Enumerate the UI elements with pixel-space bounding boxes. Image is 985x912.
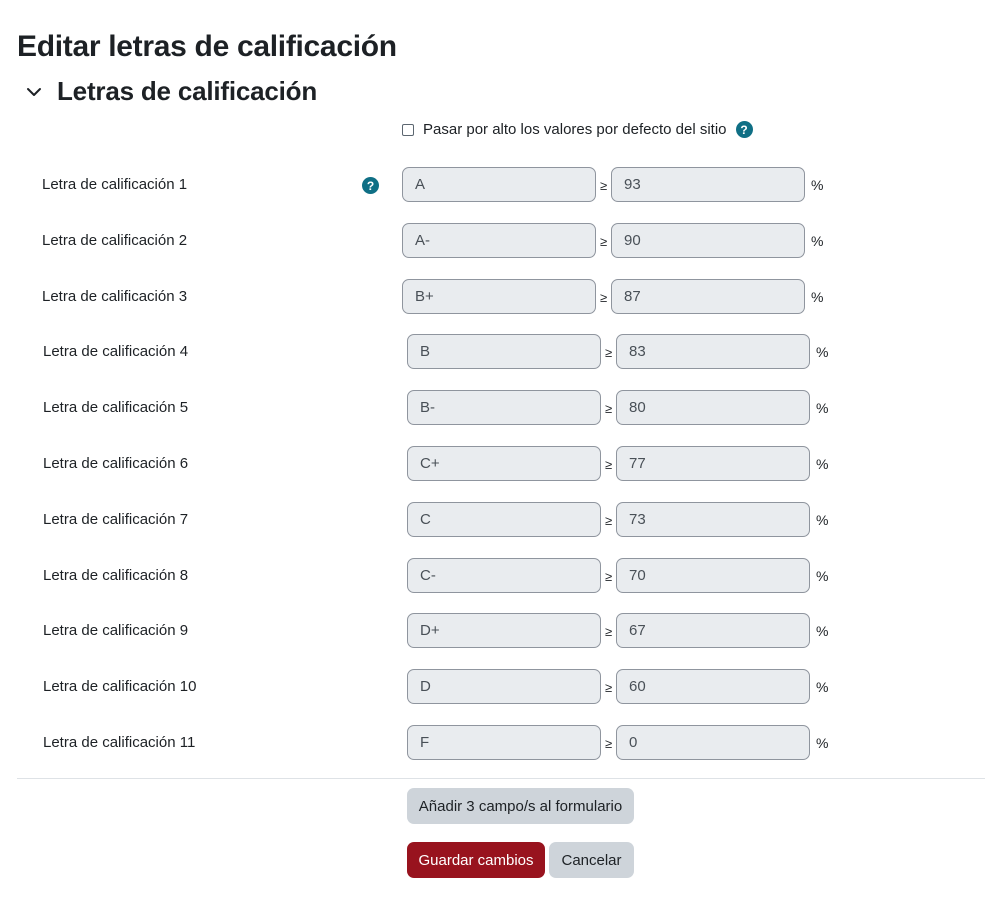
grade-boundary-input[interactable]: 67 [616,613,810,648]
greater-equal-symbol: ≥ [600,234,608,249]
grade-letter-input[interactable]: B+ [402,279,596,314]
grade-letter-label: Letra de calificación 10 [43,678,197,695]
grade-boundary-input[interactable]: 0 [616,725,810,760]
grade-letter-label: Letra de calificación 4 [43,343,189,360]
grade-letter-label: Letra de calificación 1 [42,176,188,193]
grade-boundary-input[interactable]: 90 [611,223,805,258]
greater-equal-symbol: ≥ [605,680,613,695]
override-label[interactable]: Pasar por alto los valores por defecto d… [423,121,727,138]
page-title: Editar letras de calificación [17,30,397,63]
percent-symbol: % [816,735,829,751]
divider [17,778,985,779]
chevron-down-icon[interactable] [25,83,43,101]
grade-letter-input[interactable]: A [402,167,596,202]
percent-symbol: % [816,512,829,528]
percent-symbol: % [816,400,829,416]
percent-symbol: % [811,289,824,305]
save-changes-button[interactable]: Guardar cambios [407,842,545,878]
greater-equal-symbol: ≥ [605,345,613,360]
grade-boundary-input[interactable]: 80 [616,390,810,425]
grade-boundary-input[interactable]: 73 [616,502,810,537]
cancel-button[interactable]: Cancelar [549,842,634,878]
grade-boundary-input[interactable]: 83 [616,334,810,369]
greater-equal-symbol: ≥ [605,736,613,751]
grade-boundary-input[interactable]: 87 [611,279,805,314]
grade-letter-input[interactable]: B [407,334,601,369]
grade-letter-label: Letra de calificación 7 [43,511,189,528]
grade-letter-label: Letra de calificación 6 [43,455,189,472]
grade-boundary-input[interactable]: 60 [616,669,810,704]
percent-symbol: % [816,456,829,472]
grade-letter-input[interactable]: B- [407,390,601,425]
grade-letter-input[interactable]: D+ [407,613,601,648]
section-title: Letras de calificación [57,76,318,106]
greater-equal-symbol: ≥ [605,624,613,639]
grade-boundary-input[interactable]: 70 [616,558,810,593]
greater-equal-symbol: ≥ [605,569,613,584]
greater-equal-symbol: ≥ [605,401,613,416]
grade-letter-label: Letra de calificación 11 [43,734,196,751]
percent-symbol: % [816,679,829,695]
grade-letter-input[interactable]: C [407,502,601,537]
grade-letter-input[interactable]: C- [407,558,601,593]
percent-symbol: % [811,177,824,193]
grade-letter-label: Letra de calificación 3 [42,288,188,305]
percent-symbol: % [816,344,829,360]
greater-equal-symbol: ≥ [600,178,608,193]
grade-letter-label: Letra de calificación 9 [43,622,189,639]
question-circle-icon[interactable]: ? [362,177,379,194]
add-fields-button[interactable]: Añadir 3 campo/s al formulario [407,788,634,824]
grade-letter-input[interactable]: D [407,669,601,704]
percent-symbol: % [811,233,824,249]
grade-letter-input[interactable]: C+ [407,446,601,481]
greater-equal-symbol: ≥ [605,457,613,472]
override-checkbox[interactable] [402,123,414,136]
grade-boundary-input[interactable]: 93 [611,167,805,202]
greater-equal-symbol: ≥ [605,513,613,528]
greater-equal-symbol: ≥ [600,290,608,305]
grade-boundary-input[interactable]: 77 [616,446,810,481]
question-circle-icon[interactable]: ? [735,121,753,138]
grade-letter-label: Letra de calificación 8 [43,567,189,584]
percent-symbol: % [816,568,829,584]
percent-symbol: % [816,623,829,639]
grade-letter-input[interactable]: F [407,725,601,760]
grade-letter-label: Letra de calificación 5 [43,399,189,416]
grade-letter-input[interactable]: A- [402,223,596,258]
override-site-defaults: Pasar por alto los valores por defecto d… [402,121,753,138]
section-toggle[interactable]: Letras de calificación [25,76,317,107]
grade-letter-label: Letra de calificación 2 [42,232,188,249]
